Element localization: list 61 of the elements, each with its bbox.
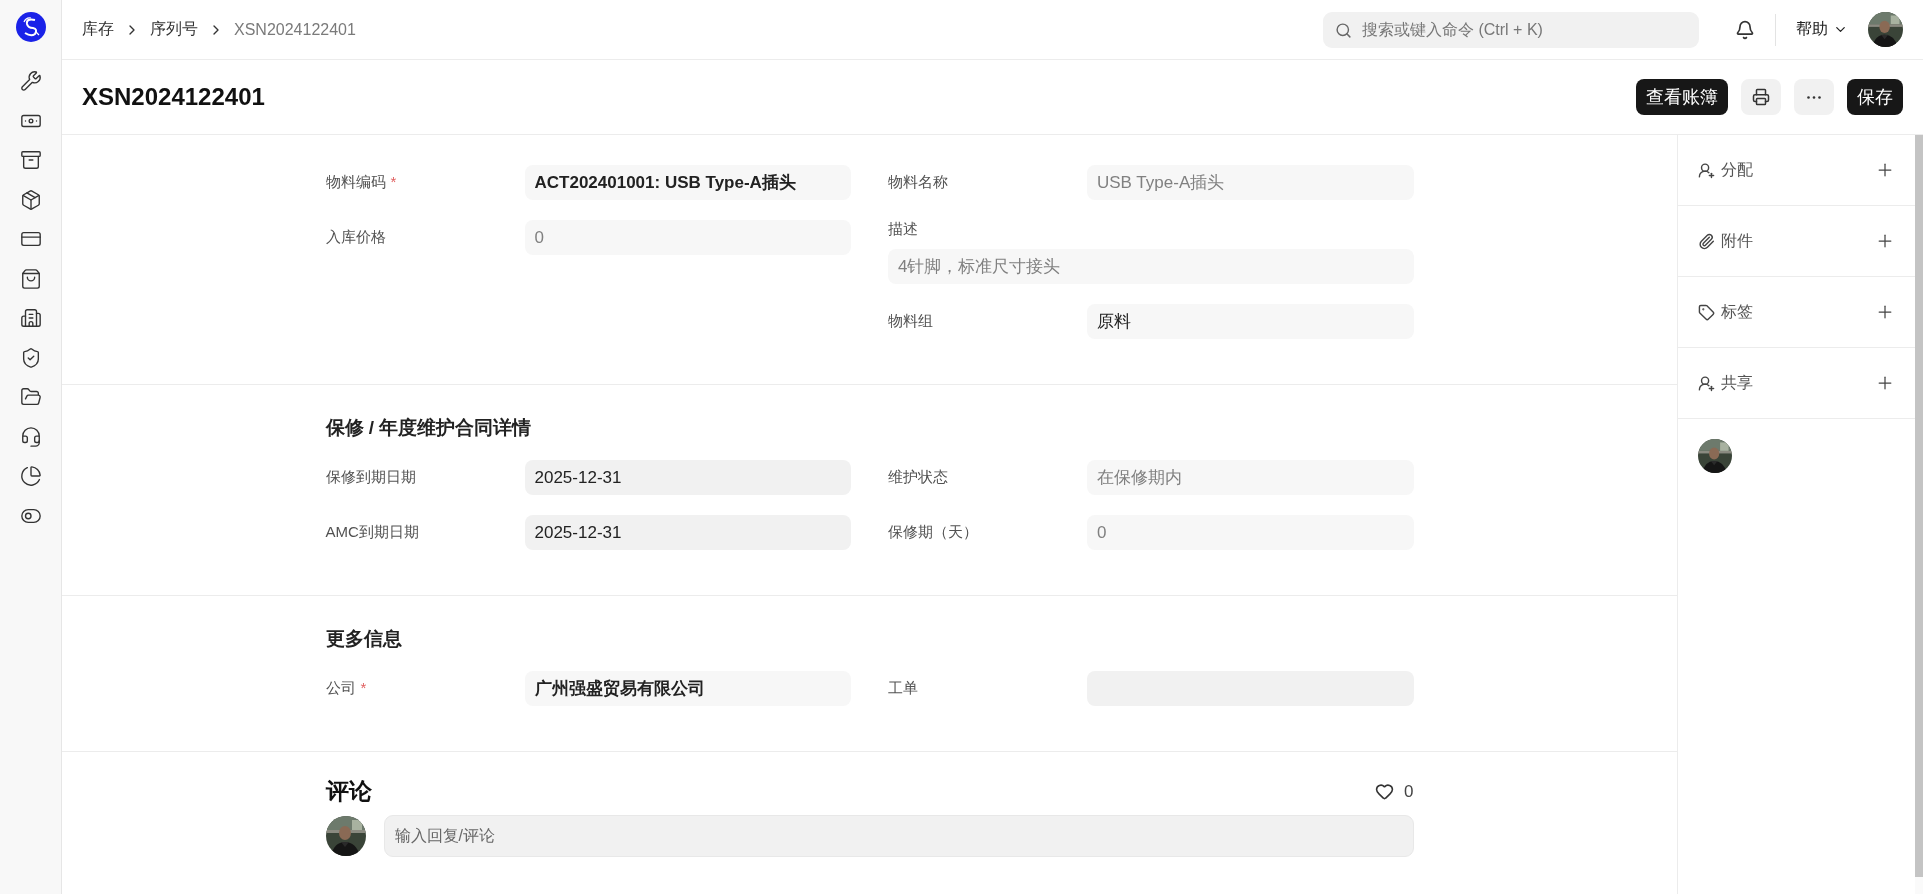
field-label: 公司 bbox=[325, 679, 356, 698]
more-icon bbox=[1807, 95, 1821, 99]
section-heading: 更多信息 bbox=[325, 627, 403, 651]
archive-icon[interactable] bbox=[19, 149, 42, 171]
field-label: 保修到期日期 bbox=[325, 468, 416, 487]
input-field[interactable]: 广州强盛贸易有限公司 bbox=[524, 671, 851, 706]
field-label: 物料名称 bbox=[888, 173, 948, 192]
input-field[interactable]: 4针脚，标准尺寸接头 bbox=[888, 249, 1414, 284]
field-label: AMC到期日期 bbox=[325, 523, 419, 542]
print-button[interactable] bbox=[1741, 79, 1781, 115]
shopping-bag-icon[interactable] bbox=[19, 267, 42, 290]
breadcrumb-link[interactable]: 库存 bbox=[82, 19, 114, 40]
building-icon[interactable] bbox=[19, 307, 42, 329]
input-field[interactable]: 在保修期内 bbox=[1087, 460, 1414, 495]
tag-icon bbox=[1698, 303, 1715, 321]
paperclip-icon bbox=[1698, 232, 1715, 250]
logo-icon[interactable] bbox=[15, 12, 46, 42]
sidebar-link[interactable]: 标签 bbox=[1721, 301, 1869, 323]
search-field[interactable]: 搜索或键入命令 (Ctrl + K) bbox=[1323, 11, 1699, 48]
bell-icon bbox=[1735, 19, 1755, 40]
sidebar-link[interactable]: 共享 bbox=[1721, 372, 1869, 394]
page-title: XSN2024122401 bbox=[82, 83, 266, 111]
field-label: 保修期（天） bbox=[888, 523, 978, 542]
tools-icon[interactable] bbox=[19, 70, 42, 92]
sidebar-link[interactable]: 分配 bbox=[1721, 159, 1869, 181]
input-field[interactable]: 2025-12-31 bbox=[524, 460, 851, 495]
scrollbar-thumb[interactable] bbox=[1915, 135, 1923, 877]
input-field[interactable]: 原料 bbox=[1087, 304, 1414, 339]
help-menu[interactable]: 帮助 bbox=[1796, 19, 1848, 40]
input-field[interactable]: 0 bbox=[524, 220, 851, 255]
pie-chart-icon[interactable] bbox=[19, 465, 42, 487]
user-plus-icon bbox=[1698, 374, 1715, 392]
package-icon[interactable] bbox=[19, 188, 42, 211]
breadcrumb-link[interactable]: XSN2024122401 bbox=[234, 20, 356, 39]
field-label: 入库价格 bbox=[325, 228, 386, 247]
section-heading: 保修 / 年度维护合同详情 bbox=[325, 416, 533, 440]
field-label: 物料组 bbox=[888, 312, 933, 331]
search-icon bbox=[1335, 21, 1352, 39]
field-label: 工单 bbox=[888, 679, 918, 698]
field-label: 维护状态 bbox=[888, 468, 948, 487]
like-count: 0 bbox=[1404, 781, 1414, 802]
action-button[interactable]: 保存 bbox=[1847, 79, 1903, 115]
action-button[interactable]: 查看账簿 bbox=[1636, 79, 1728, 115]
user-plus-icon bbox=[1698, 161, 1715, 179]
sidebar-link[interactable]: 附件 bbox=[1721, 230, 1869, 252]
heart-icon[interactable] bbox=[1375, 782, 1395, 801]
input-field[interactable]: USB Type-A插头 bbox=[1087, 165, 1414, 200]
field-label: 物料编码 bbox=[325, 173, 386, 192]
required-mark: * bbox=[360, 679, 367, 698]
field-label: 描述 bbox=[888, 220, 918, 239]
notification-button[interactable] bbox=[1735, 19, 1755, 40]
folder-icon[interactable] bbox=[19, 386, 42, 408]
input-field[interactable]: ACT202401001: USB Type-A插头 bbox=[524, 165, 851, 200]
input-field[interactable]: 0 bbox=[1087, 515, 1414, 550]
printer-icon bbox=[1752, 88, 1770, 106]
headset-icon[interactable] bbox=[19, 425, 42, 448]
comments-heading: 评论 bbox=[325, 777, 372, 806]
input-field[interactable]: 2025-12-31 bbox=[524, 515, 851, 550]
comment-field[interactable]: 输入回复/评论 bbox=[383, 815, 1414, 857]
breadcrumb-link[interactable]: 序列号 bbox=[150, 19, 198, 40]
required-mark: * bbox=[390, 173, 397, 192]
